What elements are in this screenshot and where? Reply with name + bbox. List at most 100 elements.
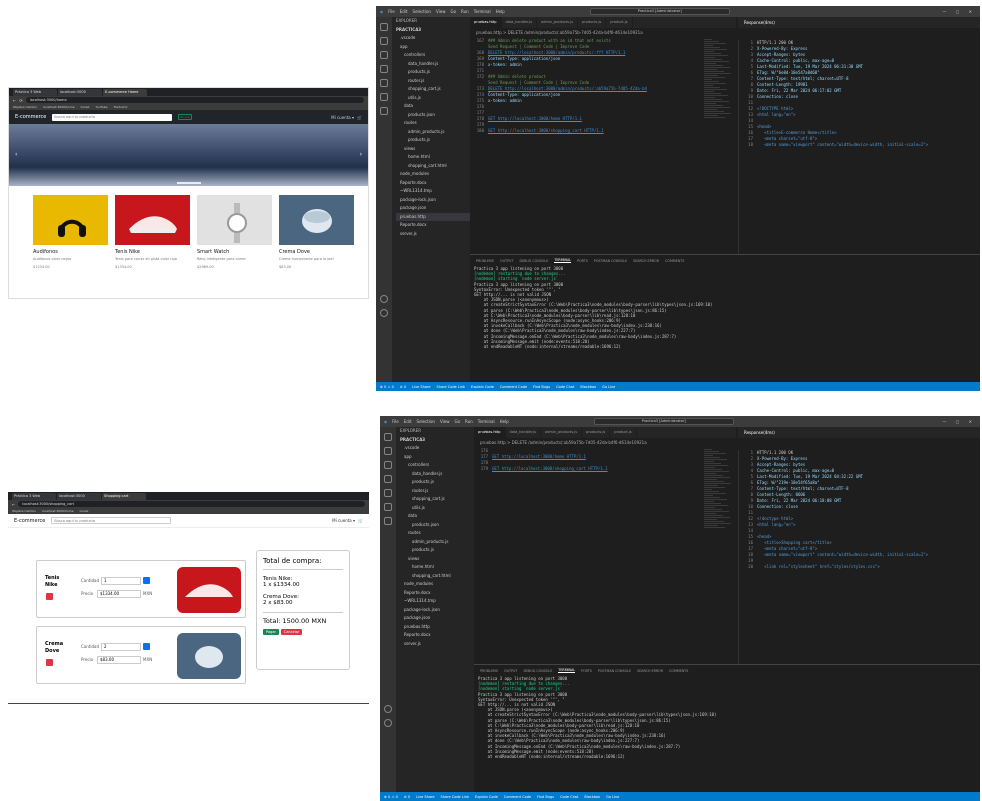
menu-selection[interactable]: Selection xyxy=(417,419,435,424)
account-icon[interactable] xyxy=(380,295,388,303)
search-input[interactable]: Busca aquí tu producto xyxy=(51,517,172,524)
file-tree-item[interactable]: utils.js xyxy=(396,94,470,103)
file-tree-item[interactable]: views xyxy=(396,145,470,154)
status-item[interactable]: Explain Code xyxy=(475,795,498,799)
browser-tab-active[interactable]: Shopping cart xyxy=(102,493,146,500)
panel-tab[interactable]: COMMENTS xyxy=(669,669,688,673)
file-tree-item[interactable]: ~WRL1314.tmp xyxy=(400,597,474,606)
file-tree-item[interactable]: node_modules xyxy=(400,580,474,589)
file-tree-item[interactable]: shopping_cart.js xyxy=(400,495,474,504)
menu-view[interactable]: View xyxy=(440,419,450,424)
workspace-folder[interactable]: PRACTICA3 xyxy=(396,26,470,35)
search-icon[interactable] xyxy=(384,447,392,455)
menu-run[interactable]: Run xyxy=(465,419,473,424)
tab-product[interactable]: product.js xyxy=(606,17,633,28)
status-item[interactable]: Comment Code xyxy=(504,795,531,799)
status-item[interactable]: Blackbox xyxy=(580,385,596,389)
response-code[interactable]: 1 HTTP/1.1 200 OK 2 X-Powered-By: Express 3 A… xyxy=(738,40,978,255)
workspace-folder[interactable]: PRACTICA3 xyxy=(400,436,474,445)
product-card[interactable]: Crema Dove Crema humectante para la piel… xyxy=(279,195,354,269)
explorer-icon[interactable] xyxy=(380,23,388,31)
panel-tab[interactable]: OUTPUT xyxy=(500,259,513,263)
menu-file[interactable]: File xyxy=(392,419,399,424)
file-tree-item[interactable]: products.js xyxy=(400,546,474,555)
bookmark[interactable]: YouTube xyxy=(95,105,107,109)
bookmark[interactable]: Traductor xyxy=(114,105,128,109)
bookmark[interactable]: Objetos Cambio xyxy=(12,509,36,513)
window-controls[interactable]: — ▢ ✕ xyxy=(942,9,976,14)
menu-terminal[interactable]: Terminal xyxy=(478,419,495,424)
cart-icon[interactable]: 🛒 xyxy=(358,518,363,523)
file-tree-item[interactable]: routes xyxy=(400,529,474,538)
remote-icon[interactable] xyxy=(380,93,388,101)
file-tree-item[interactable]: package-lock.json xyxy=(396,196,470,205)
status-item[interactable]: Live Share xyxy=(412,385,430,389)
file-tree-item[interactable]: router.js xyxy=(400,487,474,496)
editor-code[interactable]: 167 ### Admin delete product with an id t… xyxy=(470,38,700,253)
file-tree-item[interactable]: app xyxy=(396,43,470,52)
editor-code[interactable]: 176 177 GET http://localhost:3000/home HTT… xyxy=(474,448,700,663)
panel-tab[interactable]: DEBUG CONSOLE xyxy=(523,669,552,673)
file-tree-item[interactable]: package.json xyxy=(400,614,474,623)
browser-tab[interactable]: Práctica 3 Web xyxy=(13,89,57,96)
cancel-button[interactable]: Cancelar xyxy=(280,629,303,635)
file-tree-item[interactable]: package.json xyxy=(396,204,470,213)
pay-button[interactable]: Pagar xyxy=(263,629,279,635)
status-item[interactable]: Code Chat xyxy=(560,795,578,799)
status-item[interactable]: Comment Code xyxy=(500,385,527,389)
account-menu[interactable]: Mi cuenta ▾ xyxy=(331,115,354,120)
menu-help[interactable]: Help xyxy=(496,9,505,14)
explorer-icon[interactable] xyxy=(384,433,392,441)
status-item[interactable]: Blackbox xyxy=(584,795,600,799)
panel-tab[interactable]: PROBLEMS xyxy=(476,259,494,263)
tab-admin-products[interactable]: admin_products.js xyxy=(541,427,583,438)
product-card[interactable]: Tenis Nike Tenis para correr en pista co… xyxy=(115,195,190,269)
file-tree-item[interactable]: products.json xyxy=(396,111,470,120)
tab-admin-products[interactable]: admin_products.js xyxy=(537,17,579,28)
shop-brand[interactable]: E-commerce xyxy=(15,114,46,120)
file-tree-item[interactable]: home.html xyxy=(396,153,470,162)
qty-input[interactable]: 2 xyxy=(101,643,141,651)
panel-tab[interactable]: POSTMAN CONSOLE xyxy=(598,669,631,673)
browser-tab-active[interactable]: E-commerce Home xyxy=(103,89,147,96)
file-tree-item[interactable]: products.js xyxy=(400,478,474,487)
file-tree-item[interactable]: pruebas.http xyxy=(400,623,474,632)
bookmark[interactable]: Gmail xyxy=(81,105,90,109)
panel-tab[interactable]: DEBUG CONSOLE xyxy=(519,259,548,263)
file-tree-item[interactable]: views xyxy=(400,555,474,564)
minimap[interactable] xyxy=(702,448,734,568)
status-item[interactable]: ⊘ 0 xyxy=(404,795,410,799)
status-item[interactable]: Go Live xyxy=(602,385,615,389)
tab-pruebas-http[interactable]: pruebas.http xyxy=(470,17,502,28)
file-tree-item[interactable]: home.html xyxy=(400,563,474,572)
shop-brand[interactable]: E-commerce xyxy=(14,518,45,524)
command-center-search[interactable]: Practica3 [Administrator] xyxy=(593,418,734,425)
file-tree-item[interactable]: data_handler.js xyxy=(396,60,470,69)
status-item[interactable]: ⊗ 0 ⚠ 0 xyxy=(384,795,398,799)
file-tree-item[interactable]: controllers xyxy=(396,51,470,60)
test-icon[interactable] xyxy=(384,517,392,525)
carousel-next-icon[interactable]: › xyxy=(360,151,362,158)
file-tree-item[interactable]: .vscode xyxy=(400,444,474,453)
tab-pruebas-http[interactable]: pruebas.http xyxy=(474,427,506,438)
menu-view[interactable]: View xyxy=(436,9,446,14)
file-tree-item[interactable]: products.json xyxy=(400,521,474,530)
panel-tab[interactable]: TERMINAL xyxy=(554,258,572,263)
bookmark[interactable]: localhost:3000/home xyxy=(42,509,74,513)
status-item[interactable]: Go Live xyxy=(606,795,619,799)
menu-edit[interactable]: Edit xyxy=(404,419,412,424)
file-tree-item[interactable]: pruebas.http xyxy=(396,212,470,221)
cart-icon[interactable]: 🛒 xyxy=(357,115,362,120)
file-tree-item[interactable]: admin_products.js xyxy=(396,128,470,137)
carousel-prev-icon[interactable]: ‹ xyxy=(15,151,17,158)
tab-data-handler[interactable]: data_handler.js xyxy=(506,427,542,438)
search-button[interactable]: Buscar xyxy=(178,114,193,120)
file-tree-item[interactable]: data_handler.js xyxy=(400,470,474,479)
back-icon[interactable]: ← xyxy=(13,98,16,103)
file-tree-item[interactable]: shopping_cart.js xyxy=(396,85,470,94)
delete-button[interactable] xyxy=(46,659,53,666)
status-item[interactable]: Live Share xyxy=(416,795,434,799)
file-tree-item[interactable]: shopping_cart.html xyxy=(400,572,474,581)
command-center-search[interactable]: Practica3 [Administrator] xyxy=(589,8,730,15)
status-item[interactable]: ⊗ 0 ⚠ 0 xyxy=(380,385,394,389)
